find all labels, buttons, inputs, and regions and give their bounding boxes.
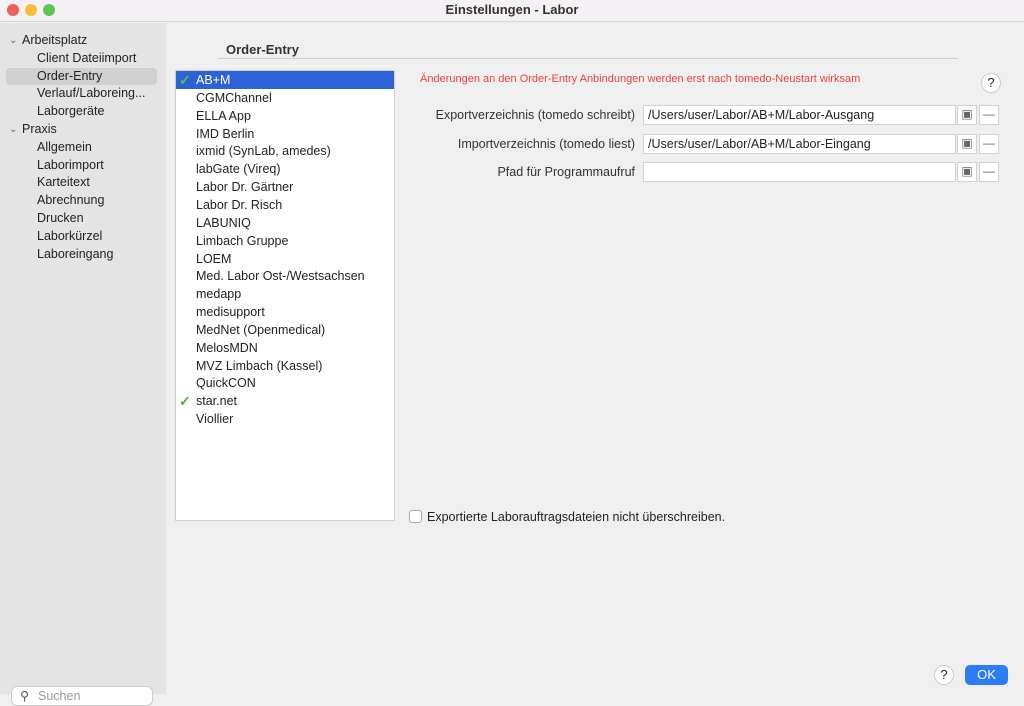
field-label: Pfad für Programmaufruf	[497, 165, 635, 179]
lab-list-item[interactable]: ✓ AB+M	[176, 71, 394, 89]
path-input[interactable]: /Users/user/Labor/AB+M/Labor-Ausgang	[643, 105, 956, 125]
lab-name: QuickCON	[196, 376, 256, 391]
lab-name: CGMChannel	[196, 90, 272, 105]
sidebar: ⚲ Suchen ⌄ Arbeitsplatz Client Dateiimport…	[0, 23, 166, 706]
lab-name: medapp	[196, 287, 242, 302]
section-title: Order-Entry	[226, 42, 299, 57]
finder-icon[interactable]: ▣	[957, 105, 977, 125]
checkmark-icon: ✓	[179, 72, 191, 88]
sidebar-item[interactable]: Karteitext	[6, 174, 157, 191]
lab-name: MelosMDN	[196, 340, 258, 355]
lab-list-item[interactable]: Labor Dr. Gärtner	[176, 178, 394, 196]
sidebar-group-label: Arbeitsplatz	[22, 33, 88, 47]
field-label: Exportverzeichnis (tomedo schreibt)	[435, 108, 635, 122]
lab-list-item[interactable]: MVZ Limbach (Kassel)	[176, 357, 394, 375]
lab-list-item[interactable]: Med. Labor Ost-/Westsachsen	[176, 267, 394, 285]
sidebar-item[interactable]: Drucken	[6, 210, 157, 227]
lab-name: star.net	[196, 394, 237, 409]
chevron-down-icon[interactable]: ⌄	[9, 121, 17, 138]
help-button-bottom[interactable]: ?	[934, 665, 954, 685]
lab-name: labGate (Vireq)	[196, 162, 281, 177]
search-icon: ⚲	[20, 689, 30, 703]
title-bar: Einstellungen - Labor	[0, 0, 1024, 22]
sidebar-item[interactable]: Verlauf/Laboreing...	[6, 85, 157, 102]
lab-list-item[interactable]: ixmid (SynLab, amedes)	[176, 142, 394, 160]
lab-list-item[interactable]: ELLA App	[176, 107, 394, 125]
finder-icon[interactable]: ▣	[957, 162, 977, 182]
lab-name: ELLA App	[196, 108, 251, 123]
sidebar-item[interactable]: Allgemein	[6, 139, 157, 156]
close-window-button[interactable]	[7, 4, 19, 16]
divider	[218, 58, 958, 59]
no-overwrite-checkbox[interactable]	[409, 510, 422, 523]
sidebar-item[interactable]: Laboreingang	[6, 246, 157, 263]
lab-name: MedNet (Openmedical)	[196, 322, 326, 337]
lab-list-item[interactable]: LOEM	[176, 250, 394, 268]
lab-list-item[interactable]: IMD Berlin	[176, 125, 394, 143]
lab-list-item[interactable]: ✓ star.net	[176, 392, 394, 410]
remove-path-button[interactable]: —	[979, 133, 999, 154]
lab-name: IMD Berlin	[196, 126, 255, 141]
sidebar-item[interactable]: Laborgeräte	[6, 103, 157, 120]
ok-button[interactable]: OK	[965, 665, 1008, 685]
window-title: Einstellungen - Labor	[445, 2, 579, 17]
lab-list-item[interactable]: Viollier	[176, 410, 394, 428]
lab-name: LOEM	[196, 251, 232, 266]
checkmark-icon: ✓	[179, 393, 191, 410]
lab-list-item[interactable]: medapp	[176, 285, 394, 303]
lab-list-item[interactable]: Limbach Gruppe	[176, 232, 394, 250]
lab-name: Med. Labor Ost-/Westsachsen	[196, 269, 365, 284]
lab-name: ixmid (SynLab, amedes)	[196, 144, 331, 159]
lab-list-item[interactable]: MelosMDN	[176, 339, 394, 357]
lab-name: Labor Dr. Gärtner	[196, 180, 294, 195]
lab-list-item[interactable]: LABUNIQ	[176, 214, 394, 232]
lab-name: LABUNIQ	[196, 215, 251, 230]
lab-list-item[interactable]: medisupport	[176, 303, 394, 321]
sidebar-item[interactable]: Abrechnung	[6, 192, 157, 209]
zoom-window-button[interactable]	[43, 4, 55, 16]
sidebar-group-0[interactable]: ⌄ Arbeitsplatz	[9, 32, 88, 49]
search-placeholder: Suchen	[38, 689, 81, 703]
lab-list-item[interactable]: CGMChannel	[176, 89, 394, 107]
no-overwrite-label[interactable]: Exportierte Laborauftragsdateien nicht ü…	[427, 510, 725, 524]
path-input[interactable]	[643, 162, 956, 182]
remove-path-button[interactable]: —	[979, 105, 999, 125]
path-input[interactable]: /Users/user/Labor/AB+M/Labor-Eingang	[643, 133, 956, 154]
lab-name: AB+M	[196, 73, 231, 87]
lab-name: Viollier	[196, 412, 234, 427]
lab-list[interactable]: ✓ AB+M CGMChannel ELLA App IMD Berlin ixmid (…	[175, 70, 395, 521]
lab-list-item[interactable]: MedNet (Openmedical)	[176, 321, 394, 339]
sidebar-group-1[interactable]: ⌄ Praxis	[9, 121, 57, 138]
lab-name: Labor Dr. Risch	[196, 197, 283, 212]
sidebar-item[interactable]: Laborimport	[6, 157, 157, 174]
lab-name: MVZ Limbach (Kassel)	[196, 358, 323, 373]
remove-path-button[interactable]: —	[979, 162, 999, 182]
chevron-down-icon[interactable]: ⌄	[9, 32, 17, 49]
lab-list-item[interactable]: labGate (Vireq)	[176, 160, 394, 178]
lab-name: Limbach Gruppe	[196, 233, 289, 248]
field-label: Importverzeichnis (tomedo liest)	[457, 136, 635, 151]
sidebar-item[interactable]: Client Dateiimport	[6, 50, 157, 67]
help-button[interactable]: ?	[981, 73, 1001, 93]
lab-list-item[interactable]: QuickCON	[176, 374, 394, 392]
sidebar-item[interactable]: Laborkürzel	[6, 228, 157, 245]
lab-name: medisupport	[196, 305, 265, 320]
sidebar-item[interactable]: Order-Entry	[6, 67, 157, 85]
finder-icon[interactable]: ▣	[957, 133, 977, 154]
minimize-window-button[interactable]	[25, 4, 37, 16]
sidebar-group-label: Praxis	[22, 122, 57, 136]
search-input[interactable]: ⚲ Suchen	[11, 686, 153, 706]
restart-notice: Änderungen an den Order-Entry Anbindunge…	[420, 73, 861, 85]
lab-list-item[interactable]: Labor Dr. Risch	[176, 196, 394, 214]
